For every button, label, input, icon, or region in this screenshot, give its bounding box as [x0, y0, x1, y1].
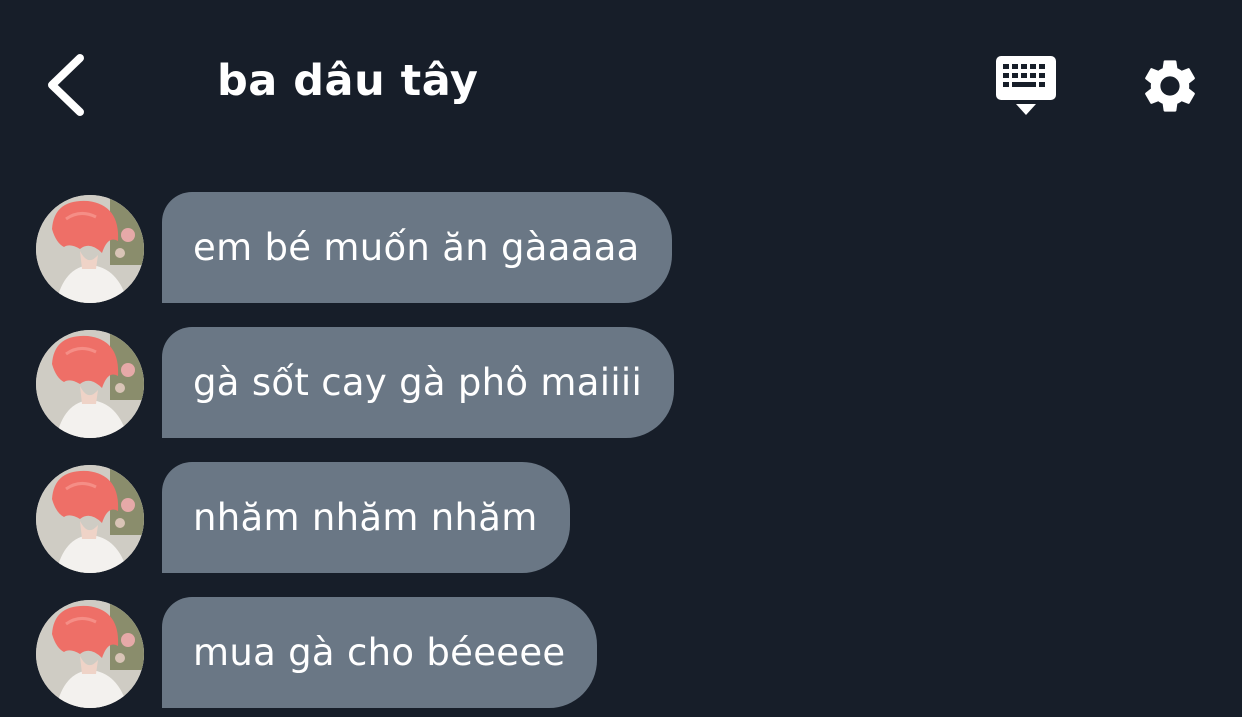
message-text: em bé muốn ăn gàaaaa — [193, 226, 640, 269]
avatar-image — [36, 330, 144, 438]
avatar[interactable] — [36, 465, 144, 573]
message-text: gà sốt cay gà phô maiiii — [193, 361, 643, 404]
avatar-image — [36, 195, 144, 303]
avatar-image — [36, 600, 144, 708]
avatar-image — [36, 465, 144, 573]
message-text: mua gà cho béeeee — [193, 631, 566, 674]
avatar[interactable] — [36, 330, 144, 438]
avatar[interactable] — [36, 195, 144, 303]
message-list[interactable]: em bé muốn ăn gàaaaa gà sốt cay gà phô m… — [0, 0, 1242, 717]
message-bubble[interactable]: em bé muốn ăn gàaaaa — [162, 192, 672, 303]
message-bubble[interactable]: gà sốt cay gà phô maiiii — [162, 327, 675, 438]
chat-screen: ba dâu tây em bé muốn ăn gàaaaa gà sốt c… — [0, 0, 1242, 717]
message-bubble[interactable]: mua gà cho béeeee — [162, 597, 598, 708]
message-text: nhăm nhăm nhăm — [193, 496, 538, 539]
avatar[interactable] — [36, 600, 144, 708]
message-bubble[interactable]: nhăm nhăm nhăm — [162, 462, 570, 573]
